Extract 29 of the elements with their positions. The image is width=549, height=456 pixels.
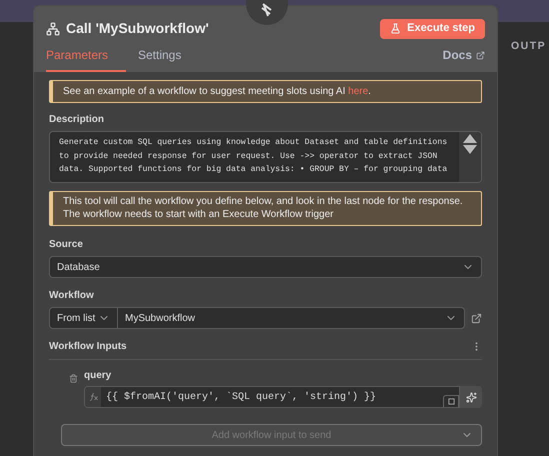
- description-text: Generate custom SQL queries using knowledge about Dataset and table definitions to provide needed response for user request. Use ->> operator to extract JSON data. Supported functions for big data analysis: • GROUP BY – for grouping data: [59, 137, 448, 176]
- execute-step-button[interactable]: Execute step: [380, 18, 485, 38]
- section-title: Workflow Inputs: [49, 340, 127, 354]
- source-select[interactable]: Database: [49, 256, 482, 278]
- example-banner: See an example of a workflow to suggest meeting slots using AI here.: [49, 80, 482, 103]
- description-textarea[interactable]: [49, 131, 482, 183]
- open-external-icon[interactable]: [471, 312, 482, 324]
- sparkles-icon: [466, 392, 476, 402]
- mode-select[interactable]: From list: [49, 307, 118, 329]
- field-label: Description: [49, 113, 106, 127]
- input-name: query: [84, 369, 112, 383]
- workflow-select[interactable]: MySubworkflow: [118, 307, 465, 329]
- external-link-icon: [476, 50, 485, 60]
- scrollbar: [459, 132, 481, 182]
- info-banner: This tool will call the workflow you define below, and look in the last node for the response. The workflow needs to start with an Execute Workflow trigger: [49, 191, 482, 226]
- node-title: Call 'MySubworkflow': [66, 19, 209, 38]
- function-icon: [88, 393, 98, 401]
- node-icon: [46, 22, 60, 36]
- delete-icon[interactable]: [69, 374, 78, 383]
- field-label: Source: [49, 238, 84, 252]
- docs-link[interactable]: Docs: [442, 46, 485, 72]
- expression-text: {{ $fromAI('query', `SQL query`, 'string') }}: [105, 390, 378, 404]
- tab[interactable]: Settings: [138, 46, 182, 72]
- ai-button[interactable]: [460, 386, 482, 408]
- output-heading: OUTP: [511, 39, 546, 54]
- flask-icon: [390, 23, 402, 34]
- field-label: Workflow: [49, 289, 95, 303]
- tab[interactable]: Parameters: [46, 46, 126, 72]
- expression-field[interactable]: {{ $fromAI('query', `SQL query`, 'string') }}: [84, 386, 460, 408]
